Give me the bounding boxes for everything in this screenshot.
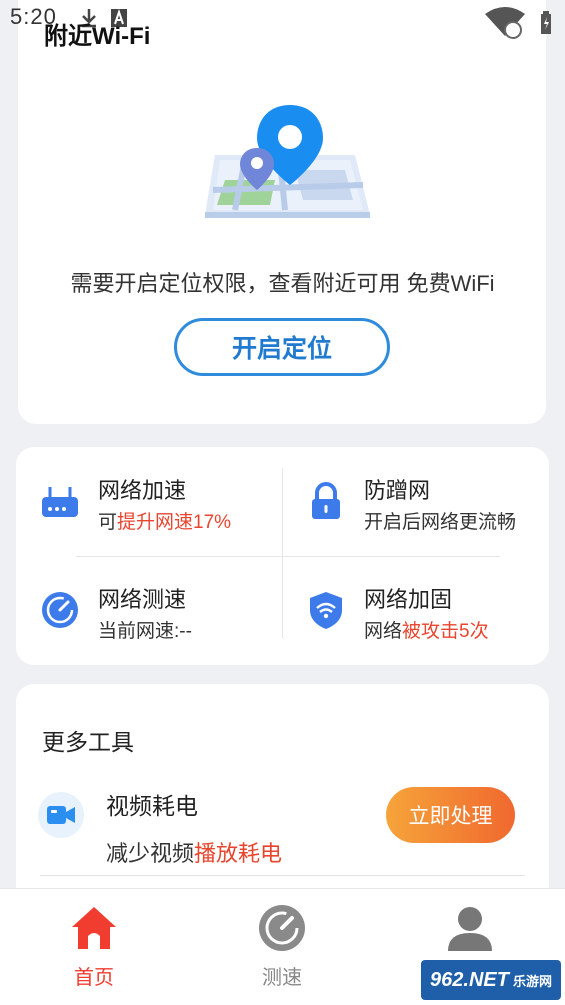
more-tools-divider	[40, 875, 525, 876]
nav-speed-test[interactable]: 测速	[202, 889, 362, 1005]
tool-anti-leech[interactable]: 防蹭网 开启后网络更流畅	[282, 447, 532, 537]
watermark-logo: 962.NET 乐游网	[421, 960, 561, 1000]
tool-desc-highlight: 提升网速17%	[117, 512, 232, 533]
enable-location-button[interactable]: 开启定位	[174, 318, 390, 376]
user-icon	[448, 907, 492, 951]
watermark-text: 962.NET	[430, 968, 509, 991]
video-desc-plain: 减少视频	[106, 841, 195, 866]
location-permission-prompt: 需要开启定位权限，查看附近可用 免费WiFi	[70, 271, 495, 296]
tool-desc: 当前网速:--	[98, 616, 192, 643]
nav-home-label: 首页	[74, 967, 114, 989]
video-power-desc: 减少视频播放耗电	[106, 836, 282, 868]
video-power-title: 视频耗电	[106, 793, 198, 819]
more-tools-title: 更多工具	[42, 729, 134, 755]
tool-title: 网络测速	[98, 587, 187, 612]
tool-desc-plain: 可	[98, 512, 118, 533]
tool-desc-plain: 开启后网络更流畅	[364, 512, 517, 533]
nav-home[interactable]: 首页	[14, 889, 174, 1005]
status-system-icons	[483, 6, 553, 40]
tool-desc-plain: 当前网速:--	[98, 621, 192, 642]
tool-desc: 开启后网络更流畅	[364, 507, 516, 534]
map-location-illustration	[205, 105, 370, 218]
home-icon	[72, 907, 116, 949]
nav-speed-label: 测速	[262, 967, 302, 989]
tool-desc: 网络被攻击5次	[364, 616, 489, 643]
tool-network-hardening[interactable]: 网络加固 网络被攻击5次	[282, 556, 532, 646]
tool-desc-highlight: 被攻击5次	[402, 621, 489, 642]
lock-icon	[312, 482, 340, 519]
speedometer-icon	[259, 905, 305, 951]
tool-desc: 可提升网速17%	[98, 507, 231, 534]
video-icon-badge	[38, 792, 84, 838]
watermark-sub: 乐游网	[512, 973, 552, 989]
handle-now-button[interactable]: 立即处理	[386, 787, 515, 843]
wifi-icon	[485, 7, 525, 39]
page-title: 附近Wi-Fi	[44, 23, 151, 50]
tool-title: 网络加固	[364, 587, 453, 612]
speedometer-icon	[42, 592, 78, 628]
tool-desc-plain: 网络	[364, 621, 403, 642]
tool-title: 防蹭网	[364, 478, 431, 503]
battery-icon	[541, 11, 551, 34]
video-camera-icon	[47, 806, 75, 824]
tool-speed-test[interactable]: 网络测速 当前网速:--	[16, 556, 266, 646]
video-desc-highlight: 播放耗电	[194, 841, 283, 866]
shield-wifi-icon	[310, 592, 342, 629]
tool-title: 网络加速	[98, 478, 187, 503]
tool-network-boost[interactable]: 网络加速 可提升网速17%	[16, 447, 266, 537]
router-icon	[42, 487, 78, 517]
